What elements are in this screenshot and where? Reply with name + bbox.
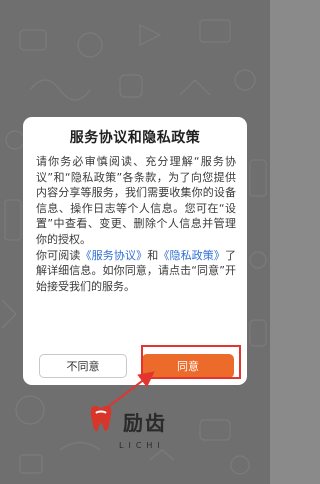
service-agreement-link[interactable]: 《服务协议》 [80, 249, 147, 262]
dialog-title: 服务协议和隐私政策 [69, 130, 201, 146]
logo-text-cn: 励齿 [123, 411, 167, 435]
privacy-policy-link[interactable]: 《隐私政策》 [158, 249, 225, 262]
dialog-body: 请你务必审慎阅读、充分理解“服务协议”和“隐私政策”各条款，为了向您提供内容分享… [36, 154, 236, 294]
logo-text-en: LICHI [119, 441, 165, 450]
tooth-logo-icon [90, 406, 112, 432]
privacy-dialog: 服务协议和隐私政策 请你务必审慎阅读、充分理解“服务协议”和“隐私政策”各条款，… [23, 117, 247, 385]
p2-and: 和 [147, 248, 159, 262]
dialog-paragraph-1: 请你务必审慎阅读、充分理解“服务协议”和“隐私政策”各条款，为了向您提供内容分享… [36, 155, 236, 246]
agree-button[interactable]: 同意 [142, 354, 234, 378]
disagree-button[interactable]: 不同意 [39, 354, 127, 378]
p2-prefix: 你可阅读 [36, 248, 81, 262]
dialog-paragraph-2: 你可阅读《服务协议》和《隐私政策》了解详细信息。如你同意，请点击“同意”开始接受… [36, 248, 236, 295]
app-logo: 励齿 LICHI [85, 403, 185, 453]
